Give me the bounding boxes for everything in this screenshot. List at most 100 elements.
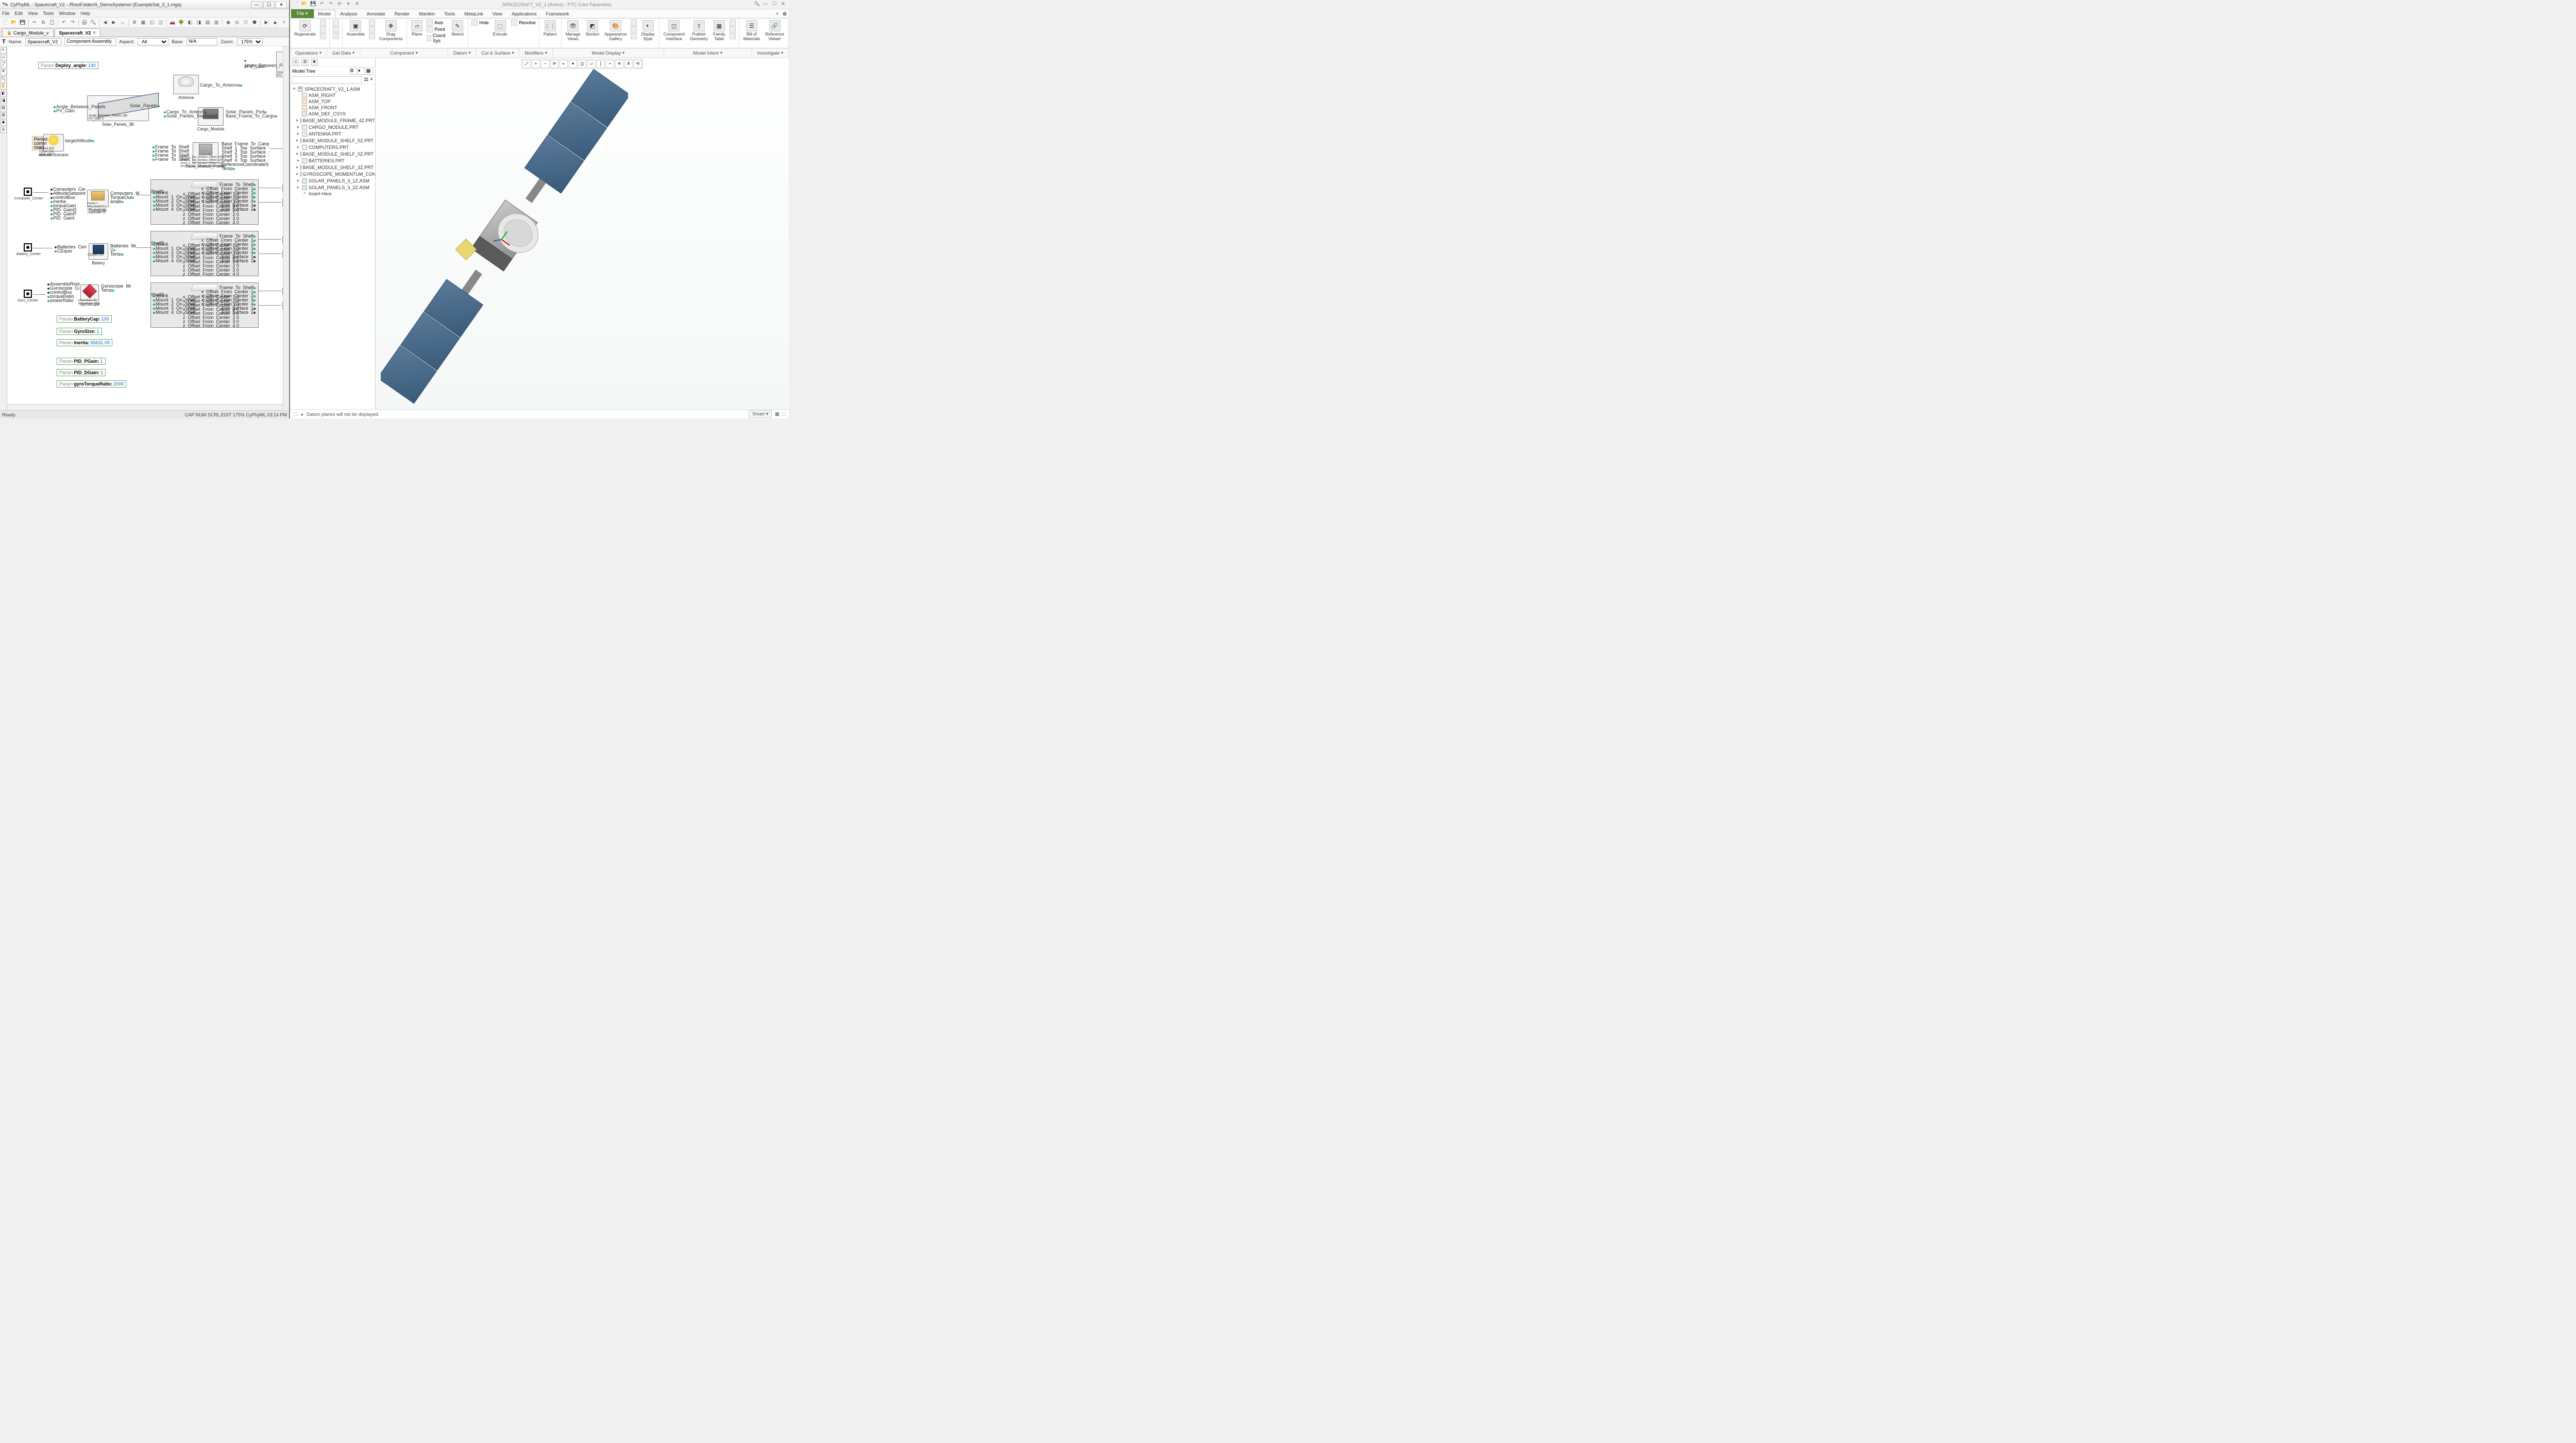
- qat-open-icon[interactable]: 📂: [301, 1, 308, 8]
- tb-misc2-icon[interactable]: ▦: [139, 19, 147, 27]
- ribbon-tab-file[interactable]: File ▾: [291, 9, 314, 18]
- tree-favs-icon[interactable]: ★: [311, 59, 318, 66]
- menu-tools[interactable]: Tools: [43, 11, 54, 16]
- view-spin-icon[interactable]: ⟲: [634, 60, 642, 68]
- view-zoomin-icon[interactable]: +: [532, 60, 540, 68]
- copy-button[interactable]: [320, 20, 326, 26]
- view-csys-icon[interactable]: ✛: [615, 60, 623, 68]
- sub-getdata[interactable]: Get Data ▾: [327, 48, 360, 57]
- palette-x3-icon[interactable]: ▤: [1, 105, 7, 111]
- param-pid-p[interactable]: ParamPID_PGain:1: [57, 358, 106, 365]
- tb-home-icon[interactable]: ⌂: [118, 19, 127, 27]
- view-datum-axis-icon[interactable]: │: [597, 60, 605, 68]
- mirror-button[interactable]: [369, 33, 375, 39]
- palette-select-icon[interactable]: ▭: [1, 55, 7, 61]
- menu-help[interactable]: Help: [80, 11, 90, 16]
- tb-misc10-icon[interactable]: ◎: [233, 19, 241, 27]
- tree-show-icon[interactable]: ▦: [366, 68, 373, 75]
- tb-fwd-icon[interactable]: ▶: [110, 19, 118, 27]
- switch-button[interactable]: [730, 26, 736, 32]
- ribbon-collapse-icon[interactable]: ^: [774, 11, 781, 18]
- creo-search-icon[interactable]: 🔍: [753, 1, 760, 8]
- tree-item[interactable]: ▸BASE_MODULE_SHELF_0Z.PRT: [291, 150, 374, 157]
- tree-add-icon[interactable]: +: [370, 77, 373, 82]
- sketch-button[interactable]: ✎Sketch: [450, 20, 465, 37]
- tree-item[interactable]: ✦Insert Here: [291, 191, 374, 197]
- tree-root[interactable]: ▾ASPACECRAFT_V2_1.ASM: [291, 86, 374, 92]
- userdef-button[interactable]: [333, 20, 339, 26]
- repeat-button[interactable]: [369, 26, 375, 32]
- tb-find-icon[interactable]: 🔍: [89, 19, 97, 27]
- tree-item[interactable]: ASM_TOP: [291, 98, 374, 105]
- ribbon-tab-view[interactable]: View: [488, 10, 507, 18]
- shade-button[interactable]: [631, 26, 637, 32]
- tb-misc3-icon[interactable]: ◱: [148, 19, 156, 27]
- assemble-button[interactable]: ▣Assemble: [346, 20, 366, 37]
- sub-investigate[interactable]: Investigate ▾: [752, 48, 789, 57]
- menu-window[interactable]: Window: [59, 11, 75, 16]
- qat-save-icon[interactable]: 💾: [310, 1, 317, 8]
- appearance-button[interactable]: 🎨Appearance Gallery: [603, 20, 628, 42]
- menu-file[interactable]: File: [2, 11, 10, 16]
- view-zoomout-icon[interactable]: −: [541, 60, 549, 68]
- exp-button[interactable]: [631, 33, 637, 39]
- tb-new-icon[interactable]: 📄: [1, 19, 9, 27]
- view-shade-icon[interactable]: ◐: [560, 60, 568, 68]
- ribbon-tab-tools[interactable]: Tools: [439, 10, 460, 18]
- family-table-button[interactable]: ▦Family Table: [712, 20, 726, 42]
- rel-button[interactable]: [730, 33, 736, 39]
- creo-3d-canvas[interactable]: ⤢ + − ⟳ ◐ ▾ ◫ ▱ │ • ✛ A ⟲: [376, 58, 789, 409]
- view-persp-icon[interactable]: ◫: [578, 60, 586, 68]
- revolve-button[interactable]: Revolve: [511, 20, 536, 26]
- tree-item[interactable]: ▸BASE_MODULE_SHELF_3Z.PRT: [291, 164, 374, 171]
- regenerate-button[interactable]: ⟳Regenerate: [293, 20, 317, 37]
- tb-open-icon[interactable]: 📂: [10, 19, 18, 27]
- comp-interface-button[interactable]: ◫Component Interface: [663, 20, 686, 42]
- persp-button[interactable]: [631, 20, 637, 26]
- diagram-canvas[interactable]: ParamDeploy_angle:140 Solar_Panels_3B An…: [7, 46, 289, 410]
- ribbon-tab-manikin[interactable]: Manikin: [414, 10, 439, 18]
- csys-button[interactable]: Coord Sys: [427, 33, 447, 43]
- sub-model-intent[interactable]: Model Intent ▾: [664, 48, 752, 57]
- sub-cut[interactable]: Cut & Surface ▾: [476, 48, 519, 57]
- horizontal-scrollbar[interactable]: [7, 404, 283, 410]
- extrude-button[interactable]: ⬚Extrude: [492, 20, 509, 37]
- zoom-select[interactable]: 175%: [237, 38, 263, 45]
- palette-hand-icon[interactable]: ✋: [1, 83, 7, 90]
- tb-copy-icon[interactable]: ⧉: [39, 19, 47, 27]
- tb-play-icon[interactable]: ▶: [262, 19, 270, 27]
- tree-filter-toggle-icon[interactable]: ⚖: [364, 77, 368, 82]
- tb-misc9-icon[interactable]: ◉: [224, 19, 232, 27]
- tb-undo-icon[interactable]: ↶: [60, 19, 68, 27]
- qat-windows-icon[interactable]: ▾: [345, 1, 352, 8]
- qat-new-icon[interactable]: 📄: [292, 1, 299, 8]
- connector-battery-center[interactable]: [24, 243, 32, 251]
- maximize-button[interactable]: ☐: [263, 1, 275, 8]
- tree-item[interactable]: ▸BATTERIES.PRT: [291, 157, 374, 164]
- tab-spacecraft[interactable]: Spacecraft_V2 ✕: [55, 28, 101, 37]
- qat-regen-icon[interactable]: ⟳: [336, 1, 343, 8]
- menu-view[interactable]: View: [28, 11, 38, 16]
- tree-item[interactable]: ▸CARGO_MODULE.PRT: [291, 124, 374, 130]
- point-button[interactable]: Point: [427, 26, 447, 32]
- palette-arrow-icon[interactable]: ↖: [1, 47, 7, 54]
- tree-item[interactable]: ▸COMPUTERS.PRT: [291, 144, 374, 150]
- minimize-button[interactable]: —: [251, 1, 262, 8]
- param-gyro-torque-ratio[interactable]: ParamgyroTorqueRatio:2000: [57, 380, 126, 388]
- tb-misc12-icon[interactable]: ⬢: [250, 19, 259, 27]
- tree-item[interactable]: ASM_FRONT: [291, 105, 374, 111]
- name-field[interactable]: [25, 38, 61, 45]
- delete-button[interactable]: [320, 33, 326, 39]
- display-style-button[interactable]: ◐Display Style: [640, 20, 655, 42]
- creo-close-button[interactable]: ✕: [779, 1, 787, 8]
- status-full-icon[interactable]: ⛶: [783, 411, 786, 417]
- palette-x1-icon[interactable]: ◧: [1, 91, 7, 97]
- tree-nav-icon[interactable]: ⌂: [292, 59, 299, 66]
- block-shelf1[interactable]: conn6 Mount_1_On_Shelf Mount_2_On_Shelf …: [150, 179, 259, 225]
- palette-x2-icon[interactable]: ◨: [1, 98, 7, 104]
- param-deploy-angle[interactable]: ParamDeploy_angle:140: [38, 62, 98, 69]
- ribbon-tab-analysis[interactable]: Analysis: [335, 10, 362, 18]
- tree-item[interactable]: ▸SOLAR_PANELS_3_2Z.ASM: [291, 184, 374, 191]
- tb-cut-icon[interactable]: ✂: [30, 19, 39, 27]
- tree-item[interactable]: ▸SOLAR_PANELS_3_1Z.ASM: [291, 177, 374, 184]
